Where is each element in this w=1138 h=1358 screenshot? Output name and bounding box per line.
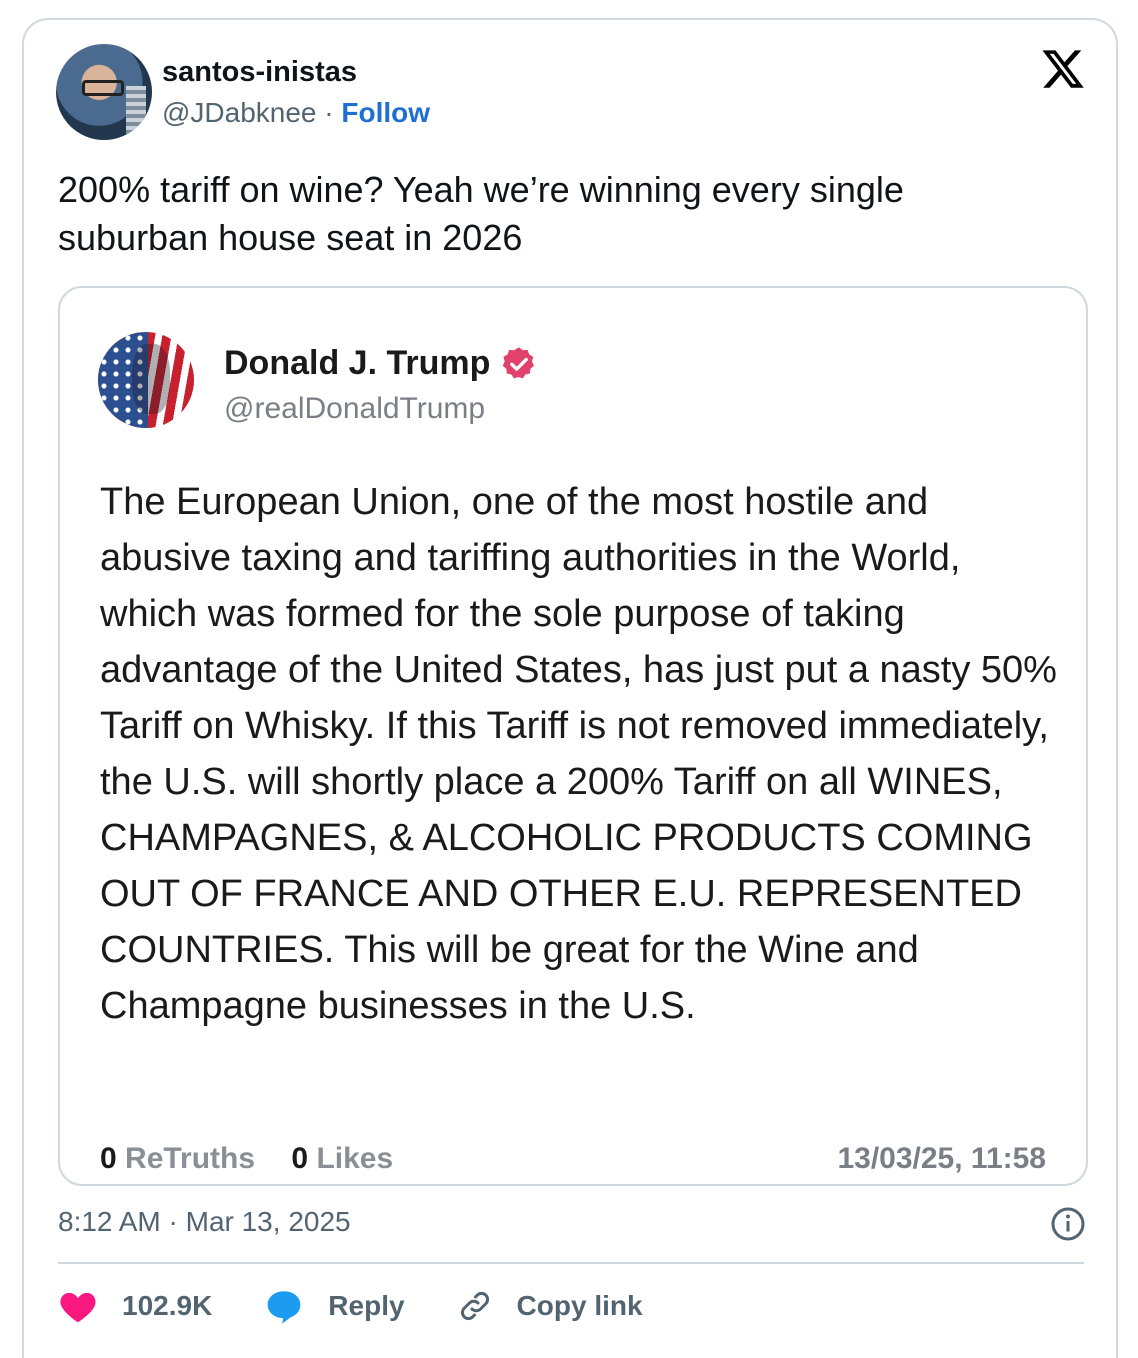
author-avatar[interactable] xyxy=(56,44,152,140)
retruths-stat: 0 ReTruths xyxy=(100,1142,255,1176)
quoted-post[interactable]: Donald J. Trump @realDonaldTrump The Eur… xyxy=(58,286,1088,1186)
quoted-likes-label: Likes xyxy=(316,1142,394,1175)
quoted-date: 13/03/25, 11:58 xyxy=(837,1142,1046,1175)
quoted-avatar[interactable] xyxy=(98,332,194,428)
quoted-name[interactable]: Donald J. Trump xyxy=(224,344,490,383)
action-bar: 102.9K Reply Copy link xyxy=(58,1288,695,1324)
tweet-card: santos-inistas @JDabknee · Follow 200% t… xyxy=(22,18,1118,1358)
author-handle-row: @JDabknee · Follow xyxy=(162,97,430,129)
handle-separator: · xyxy=(324,97,334,128)
avatar-face xyxy=(132,344,170,414)
quoted-footer: 0 ReTruths 0 Likes 13/03/25, 11:58 xyxy=(100,1142,1046,1176)
likes-stat: 0 Likes xyxy=(291,1142,393,1176)
likes-count: 102.9K xyxy=(122,1290,213,1321)
reply-icon xyxy=(267,1291,301,1324)
reply-label: Reply xyxy=(328,1290,405,1321)
verified-badge-icon xyxy=(503,346,535,378)
quoted-body: The European Union, one of the most host… xyxy=(100,481,1057,1027)
author-name[interactable]: santos-inistas xyxy=(162,56,357,89)
avatar-glasses xyxy=(82,80,124,96)
copy-link-label: Copy link xyxy=(516,1290,643,1321)
divider xyxy=(58,1262,1084,1264)
like-button[interactable]: 102.9K xyxy=(58,1288,212,1324)
tweet-text: 200% tariff on wine? Yeah we’re winning … xyxy=(58,169,904,258)
link-icon xyxy=(460,1292,489,1320)
retruths-label: ReTruths xyxy=(125,1142,256,1175)
quoted-likes-count: 0 xyxy=(291,1142,309,1175)
quoted-handle: @realDonaldTrump xyxy=(224,392,486,425)
reply-button[interactable]: Reply xyxy=(264,1288,405,1324)
tweet-timestamp[interactable]: 8:12 AM · Mar 13, 2025 xyxy=(58,1206,351,1238)
retruths-count: 0 xyxy=(100,1142,117,1175)
copy-link-button[interactable]: Copy link xyxy=(457,1288,643,1324)
author-handle[interactable]: @JDabknee xyxy=(162,97,317,128)
info-icon[interactable] xyxy=(1050,1206,1086,1242)
follow-button[interactable]: Follow xyxy=(341,97,430,128)
quoted-name-row: Donald J. Trump xyxy=(224,344,538,383)
avatar-building xyxy=(126,86,146,134)
heart-icon xyxy=(60,1292,96,1323)
x-logo-icon[interactable] xyxy=(1040,46,1086,92)
